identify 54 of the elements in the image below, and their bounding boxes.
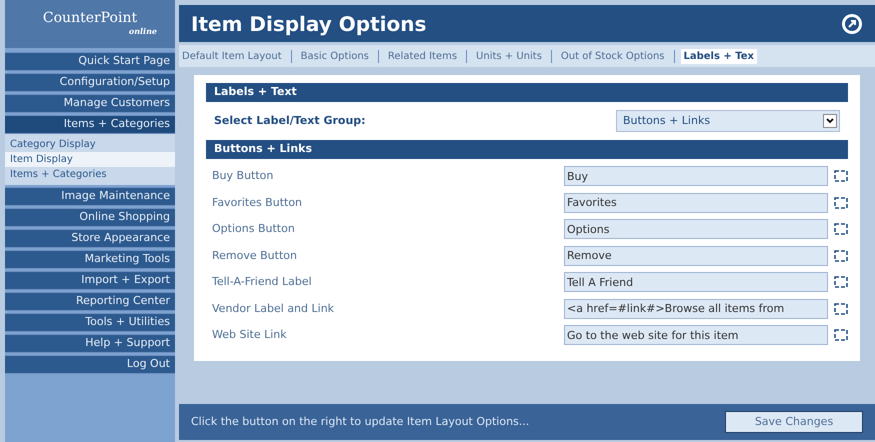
expand-icon[interactable] — [834, 250, 848, 262]
window-title: Item Display Options — [191, 10, 426, 38]
nav-subitem[interactable]: Items + Categories — [5, 167, 175, 182]
nav-item[interactable]: Log Out — [5, 355, 175, 374]
expand-icon[interactable] — [834, 276, 848, 288]
logo-tag: online — [128, 25, 157, 37]
nav-item[interactable]: Store Appearance — [5, 229, 175, 248]
arrow-circle-icon[interactable] — [841, 12, 863, 34]
nav-item[interactable]: Help + Support — [5, 334, 175, 353]
text-field[interactable]: Buy — [564, 166, 828, 186]
expand-icon[interactable] — [834, 170, 848, 182]
field-label: Options Button — [212, 221, 295, 237]
tab[interactable]: Labels + Tex — [680, 48, 758, 64]
nav-item[interactable]: Items + Categories — [5, 115, 175, 134]
nav-item[interactable]: Import + Export — [5, 271, 175, 290]
tab[interactable]: Units + Units — [473, 48, 545, 64]
text-field[interactable]: Go to the web site for this item — [564, 325, 828, 346]
expand-icon[interactable] — [834, 329, 848, 342]
tab[interactable]: Out of Stock Options — [558, 48, 668, 64]
text-field[interactable]: <a href=#link#>Browse all items from — [564, 298, 828, 319]
nav-subitem[interactable]: Item Display — [5, 152, 175, 167]
expand-icon[interactable] — [834, 302, 848, 315]
nav-item[interactable]: Marketing Tools — [5, 250, 175, 269]
expand-icon[interactable] — [834, 223, 848, 236]
field-label: Remove Button — [212, 248, 297, 264]
field-label: Favorites Button — [212, 194, 302, 210]
nav-item[interactable]: Manage Customers — [5, 94, 175, 113]
chevron-down-icon — [826, 118, 834, 124]
logo-text: CounterPoint — [42, 11, 138, 25]
group-select[interactable]: Buttons + Links — [616, 110, 840, 132]
text-field[interactable]: Tell A Friend — [564, 272, 828, 292]
nav-item[interactable]: Configuration/Setup — [5, 73, 175, 92]
text-field[interactable]: Remove — [564, 246, 828, 266]
save-button[interactable]: Save Changes — [725, 411, 863, 433]
nav-item[interactable]: Online Shopping — [5, 208, 175, 227]
field-label: Vendor Label and Link — [212, 300, 334, 316]
footer-hint: Click the button on the right to update Item Layout Options... — [191, 414, 530, 430]
section-header: Buttons + Links — [206, 140, 848, 159]
field-label: Buy Button — [212, 168, 274, 184]
nav-item[interactable]: Image Maintenance — [5, 187, 175, 206]
field-label: Web Site Link — [212, 327, 287, 343]
tab[interactable]: Default Item Layout — [179, 48, 285, 64]
text-field[interactable]: Favorites — [564, 192, 828, 213]
nav-subitem[interactable]: Category Display — [5, 137, 175, 152]
tab[interactable]: Basic Options — [298, 48, 372, 64]
nav-item[interactable]: Tools + Utilities — [5, 313, 175, 332]
field-label: Tell-A-Friend Label — [212, 274, 312, 290]
select-label: Select Label/Text Group: — [214, 112, 366, 129]
expand-icon[interactable] — [834, 196, 848, 209]
nav-item[interactable]: Reporting Center — [5, 292, 175, 311]
nav-item[interactable]: Quick Start Page — [5, 52, 175, 71]
section-header: Labels + Text — [206, 83, 848, 102]
text-field[interactable]: Options — [564, 219, 828, 240]
tab[interactable]: Related Items — [384, 48, 460, 64]
